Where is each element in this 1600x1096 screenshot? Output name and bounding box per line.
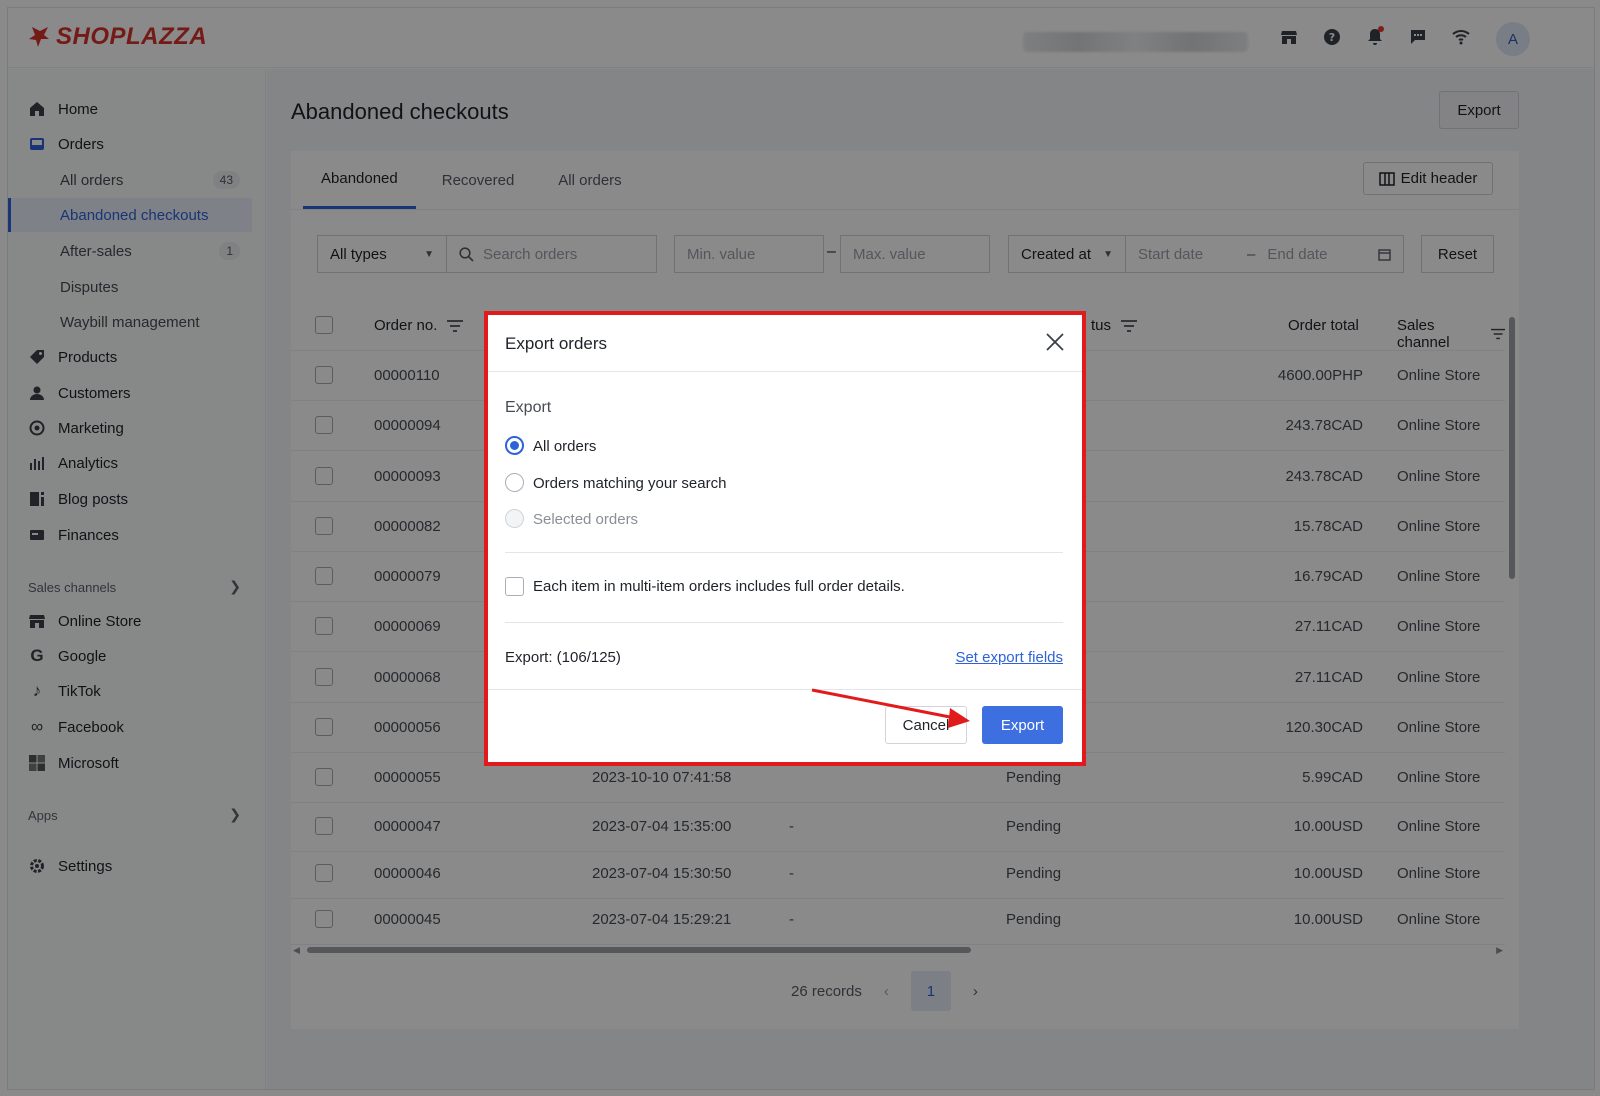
radio-all-orders[interactable]	[505, 436, 524, 455]
dialog-title: Export orders	[505, 334, 608, 353]
confirm-export-button[interactable]: Export	[982, 706, 1063, 744]
radio-selected-orders	[505, 509, 524, 528]
radio-label-orders-matching-search[interactable]: Orders matching your search	[533, 475, 726, 492]
export-orders-dialog: Export orders Export All orders Orders m…	[484, 311, 1086, 766]
export-section-label: Export	[505, 399, 552, 416]
radio-orders-matching-search[interactable]	[505, 473, 524, 492]
dialog-divider	[505, 552, 1063, 553]
full-details-checkbox-label[interactable]: Each item in multi-item orders includes …	[533, 578, 905, 595]
set-export-fields-link[interactable]: Set export fields	[955, 649, 1063, 666]
dialog-divider	[505, 622, 1063, 623]
export-count: Export: (106/125)	[505, 649, 621, 666]
dialog-footer-divider	[488, 689, 1082, 690]
full-details-checkbox[interactable]	[505, 577, 524, 596]
annotation-arrow-icon	[811, 688, 970, 728]
radio-label-all-orders[interactable]: All orders	[533, 438, 596, 455]
dialog-header-divider	[488, 371, 1082, 372]
radio-label-selected-orders: Selected orders	[533, 511, 639, 528]
close-icon[interactable]	[1044, 331, 1066, 353]
